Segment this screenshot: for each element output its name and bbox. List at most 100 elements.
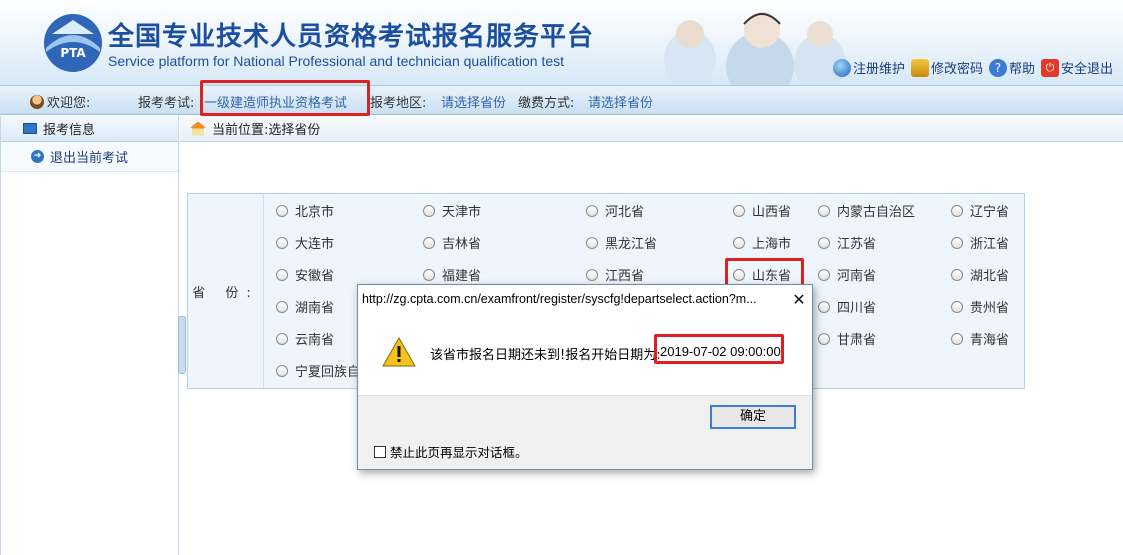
- province-option[interactable]: 安徽省: [276, 265, 334, 284]
- province-option[interactable]: 江苏省: [818, 233, 876, 252]
- province-option[interactable]: 吉林省: [423, 233, 481, 252]
- radio-icon[interactable]: [586, 204, 598, 217]
- province-option[interactable]: 浙江省: [951, 233, 1009, 252]
- province-name: 贵州省: [970, 301, 1010, 316]
- province-option[interactable]: 福建省: [423, 265, 481, 284]
- province-option[interactable]: 北京市: [276, 201, 334, 220]
- radio-icon[interactable]: [276, 268, 288, 281]
- radio-icon[interactable]: [818, 300, 830, 313]
- region-label: 报考地区:: [370, 96, 427, 111]
- province-name: 北京市: [295, 205, 335, 220]
- sidebar-item-exit-exam[interactable]: ➜ 退出当前考试: [1, 142, 178, 172]
- dialog-title: http://zg.cpta.com.cn/examfront/register…: [362, 292, 757, 306]
- radio-icon[interactable]: [951, 300, 963, 313]
- radio-icon[interactable]: [818, 204, 830, 217]
- radio-icon[interactable]: [276, 332, 288, 345]
- province-option[interactable]: 江西省: [586, 265, 644, 284]
- warning-icon: [382, 337, 416, 367]
- radio-icon[interactable]: [951, 236, 963, 249]
- radio-icon[interactable]: [423, 236, 435, 249]
- register-maint-link[interactable]: 注册维护: [832, 58, 905, 77]
- dialog-body: 该省市报名日期还未到!报名开始日期为: 2019-07-02 09:00:00: [358, 313, 812, 395]
- province-name: 大连市: [295, 237, 335, 252]
- province-option[interactable]: 上海市: [733, 233, 791, 252]
- province-option[interactable]: 湖北省: [951, 265, 1009, 284]
- radio-icon[interactable]: [951, 204, 963, 217]
- province-option[interactable]: 河南省: [818, 265, 876, 284]
- province-option[interactable]: 辽宁省: [951, 201, 1009, 220]
- province-option[interactable]: 内蒙古自治区: [818, 201, 915, 220]
- radio-icon[interactable]: [586, 268, 598, 281]
- province-option[interactable]: 四川省: [818, 297, 876, 316]
- province-name: 江苏省: [837, 237, 877, 252]
- province-name: 四川省: [837, 301, 877, 316]
- exam-value: 一级建造师执业资格考试: [204, 96, 348, 111]
- radio-icon[interactable]: [818, 332, 830, 345]
- help-link[interactable]: ? 帮助: [988, 58, 1035, 77]
- region-value: 请选择省份: [441, 96, 507, 111]
- radio-icon[interactable]: [733, 204, 745, 217]
- province-name: 河南省: [837, 269, 877, 284]
- suppress-dialogs-checkbox[interactable]: 禁止此页再显示对话框。: [374, 442, 528, 461]
- radio-icon[interactable]: [276, 364, 288, 377]
- app-root: PTA 全国专业技术人员资格考试报名服务平台 Service platform …: [0, 0, 1123, 555]
- payment-label: 缴费方式:: [518, 96, 575, 111]
- radio-icon[interactable]: [276, 300, 288, 313]
- logout-label: 安全退出: [1060, 62, 1113, 77]
- province-name: 吉林省: [442, 237, 482, 252]
- province-option[interactable]: 青海省: [951, 329, 1009, 348]
- header-links: 注册维护 修改密码 ? 帮助 ⏻ 安全退出: [832, 58, 1113, 77]
- province-name: 湖南省: [295, 301, 335, 316]
- close-icon[interactable]: ✕: [788, 289, 810, 311]
- dialog-footer: 确定 禁止此页再显示对话框。: [358, 395, 812, 469]
- suppress-label: 禁止此页再显示对话框。: [390, 445, 528, 460]
- radio-icon[interactable]: [586, 236, 598, 249]
- province-name: 安徽省: [295, 269, 335, 284]
- province-name: 福建省: [442, 269, 482, 284]
- panel-icon: [23, 123, 37, 134]
- sidebar-item-label: 退出当前考试: [50, 151, 129, 166]
- radio-icon[interactable]: [818, 268, 830, 281]
- province-label: 省 份:: [188, 194, 264, 388]
- site-subtitle: Service platform for National Profession…: [108, 53, 565, 69]
- change-password-link[interactable]: 修改密码: [910, 58, 983, 77]
- logo-text: PTA: [60, 46, 86, 60]
- radio-icon[interactable]: [733, 236, 745, 249]
- user-icon: [30, 94, 44, 109]
- radio-icon[interactable]: [818, 236, 830, 249]
- checkbox-icon[interactable]: [374, 445, 386, 458]
- radio-icon[interactable]: [276, 236, 288, 249]
- sidebar-collapse-handle[interactable]: [178, 316, 186, 374]
- province-option[interactable]: 大连市: [276, 233, 334, 252]
- province-option[interactable]: 天津市: [423, 201, 481, 220]
- province-name: 湖北省: [970, 269, 1010, 284]
- province-option[interactable]: 湖南省: [276, 297, 334, 316]
- province-name: 云南省: [295, 333, 335, 348]
- radio-icon[interactable]: [423, 204, 435, 217]
- payment-value: 请选择省份: [588, 96, 654, 111]
- alert-dialog: http://zg.cpta.com.cn/examfront/register…: [357, 284, 813, 470]
- radio-icon[interactable]: [423, 268, 435, 281]
- province-name: 辽宁省: [970, 205, 1010, 220]
- province-option[interactable]: 贵州省: [951, 297, 1009, 316]
- sidebar-header-label: 报考信息: [43, 123, 96, 138]
- province-option[interactable]: 河北省: [586, 201, 644, 220]
- breadcrumb-text: 当前位置:选择省份: [212, 123, 321, 138]
- province-option[interactable]: 甘肃省: [818, 329, 876, 348]
- province-option[interactable]: 山东省: [733, 265, 791, 284]
- radio-icon[interactable]: [951, 332, 963, 345]
- dialog-message: 该省市报名日期还未到!报名开始日期为:: [430, 348, 661, 363]
- logout-link[interactable]: ⏻ 安全退出: [1040, 58, 1113, 77]
- radio-icon[interactable]: [733, 268, 745, 281]
- province-option[interactable]: 云南省: [276, 329, 334, 348]
- welcome-text: 欢迎您:: [47, 96, 91, 111]
- province-option[interactable]: 黑龙江省: [586, 233, 657, 252]
- province-option[interactable]: 山西省: [733, 201, 791, 220]
- province-name: 上海市: [752, 237, 792, 252]
- radio-icon[interactable]: [276, 204, 288, 217]
- help-icon: ?: [988, 58, 1007, 77]
- province-name: 黑龙江省: [605, 237, 658, 252]
- ok-button[interactable]: 确定: [710, 405, 796, 429]
- radio-icon[interactable]: [951, 268, 963, 281]
- province-name: 浙江省: [970, 237, 1010, 252]
